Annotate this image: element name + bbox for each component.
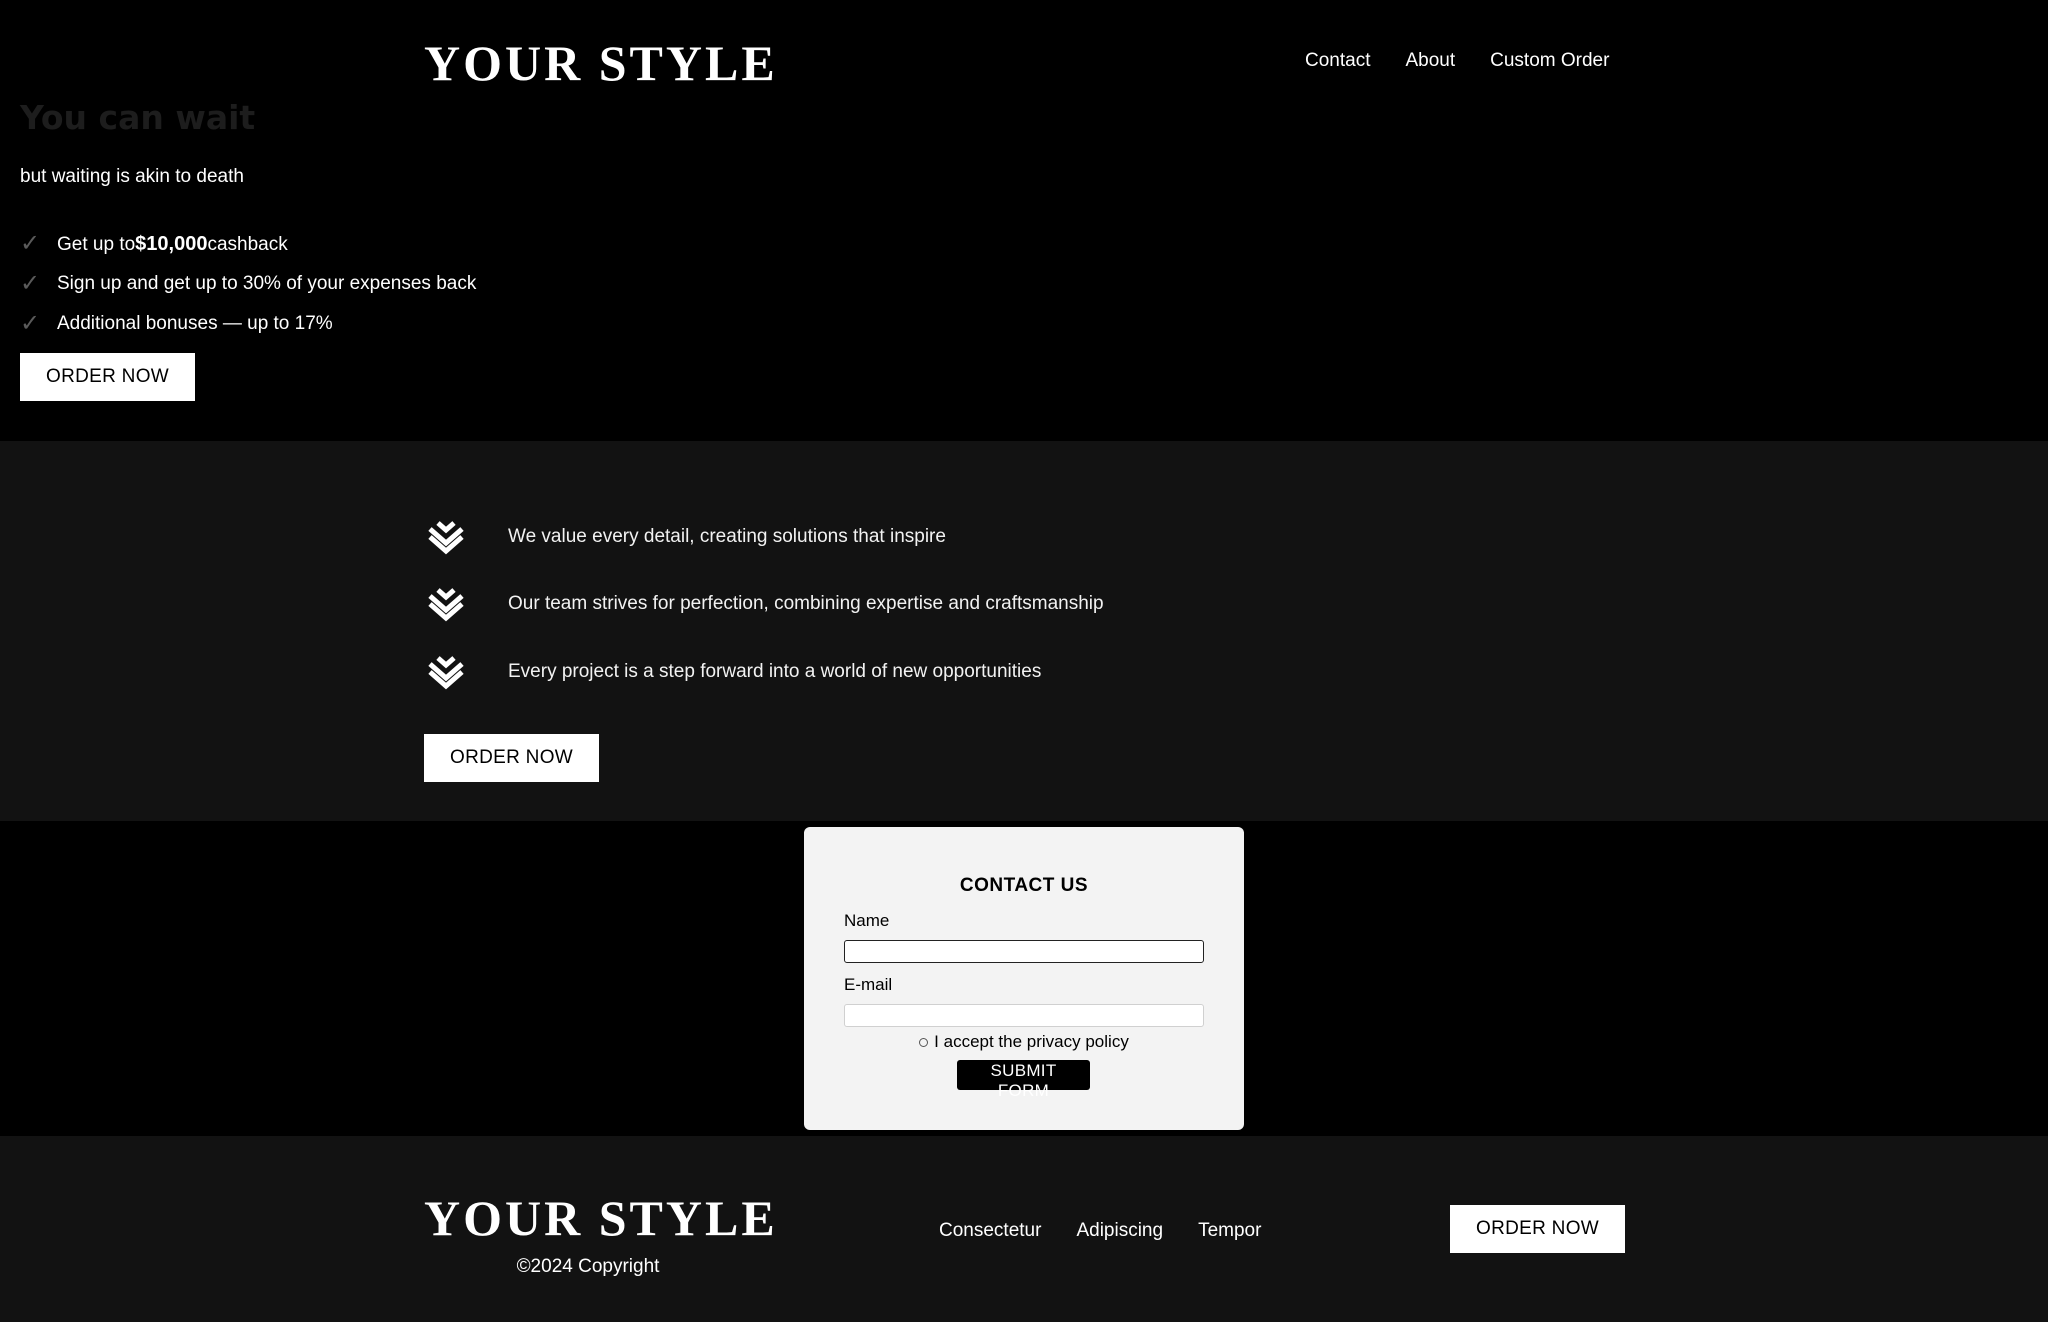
features-order-now-button[interactable]: ORDER NOW bbox=[424, 734, 599, 782]
benefit-text: Additional bonuses — up to 17% bbox=[57, 313, 333, 334]
feature-item: Our team strives for perfection, combini… bbox=[424, 571, 1104, 639]
check-icon: ✓ bbox=[20, 230, 41, 257]
footer: YOUR STYLE ©2024 Copyright Consectetur A… bbox=[0, 1136, 2048, 1322]
feature-item: We value every detail, creating solution… bbox=[424, 503, 1104, 571]
privacy-policy-radio[interactable] bbox=[919, 1037, 929, 1047]
submit-form-button[interactable]: SUBMIT FORM bbox=[957, 1060, 1090, 1100]
hero-order-now-button[interactable]: ORDER NOW bbox=[20, 353, 195, 401]
feature-text: Our team strives for perfection, combini… bbox=[508, 593, 1104, 615]
contact-form: CONTACT US Name E-mail I accept the priv… bbox=[804, 827, 1244, 1130]
nav-link-contact[interactable]: Contact bbox=[1305, 50, 1370, 72]
benefit-item: ✓ Sign up and get up to 30% of your expe… bbox=[20, 264, 476, 304]
benefit-list: ✓ Get up to$10,000cashback ✓ Sign up and… bbox=[20, 224, 476, 344]
email-label: E-mail bbox=[844, 975, 893, 994]
benefit-item: ✓ Additional bonuses — up to 17% bbox=[20, 304, 476, 344]
privacy-policy-label[interactable]: I accept the privacy policy bbox=[934, 1032, 1129, 1052]
hero-title: You can wait bbox=[20, 98, 256, 137]
copyright-text: ©2024 Copyright bbox=[516, 1256, 660, 1277]
privacy-policy-row: I accept the privacy policy bbox=[804, 1032, 1244, 1052]
layers-chevron-icon bbox=[424, 582, 508, 626]
check-icon: ✓ bbox=[20, 270, 41, 297]
footer-nav: Consectetur Adipiscing Tempor bbox=[939, 1220, 1261, 1242]
feature-item: Every project is a step forward into a w… bbox=[424, 638, 1104, 706]
name-input[interactable] bbox=[844, 940, 1204, 963]
hero-subtitle: but waiting is akin to death bbox=[20, 166, 244, 187]
layers-chevron-icon bbox=[424, 650, 508, 694]
contact-section: CONTACT US Name E-mail I accept the priv… bbox=[0, 821, 2048, 1136]
benefit-item: ✓ Get up to$10,000cashback bbox=[20, 224, 476, 264]
nav-link-about[interactable]: About bbox=[1405, 50, 1455, 72]
check-icon: ✓ bbox=[20, 310, 41, 337]
contact-title: CONTACT US bbox=[959, 875, 1089, 896]
hero-section: YOUR STYLE Contact About Custom Order Yo… bbox=[0, 0, 2048, 441]
footer-link-adipiscing[interactable]: Adipiscing bbox=[1076, 1220, 1163, 1242]
footer-logo[interactable]: YOUR STYLE bbox=[424, 1193, 778, 1243]
footer-link-consectetur[interactable]: Consectetur bbox=[939, 1220, 1041, 1242]
brand-logo[interactable]: YOUR STYLE bbox=[424, 38, 778, 88]
main-nav: Contact About Custom Order bbox=[1305, 50, 1609, 72]
layers-chevron-icon bbox=[424, 515, 508, 559]
nav-link-custom-order[interactable]: Custom Order bbox=[1490, 50, 1609, 72]
name-label: Name bbox=[844, 911, 890, 930]
feature-text: We value every detail, creating solution… bbox=[508, 525, 946, 547]
benefit-text: Sign up and get up to 30% of your expens… bbox=[57, 273, 477, 294]
footer-order-now-button[interactable]: ORDER NOW bbox=[1450, 1205, 1625, 1253]
benefit-text: Get up to$10,000cashback bbox=[57, 232, 288, 255]
feature-list: We value every detail, creating solution… bbox=[424, 503, 1104, 706]
features-section: We value every detail, creating solution… bbox=[0, 441, 2048, 821]
feature-text: Every project is a step forward into a w… bbox=[508, 660, 1042, 682]
email-input[interactable] bbox=[844, 1004, 1204, 1027]
footer-link-tempor[interactable]: Tempor bbox=[1198, 1220, 1261, 1242]
